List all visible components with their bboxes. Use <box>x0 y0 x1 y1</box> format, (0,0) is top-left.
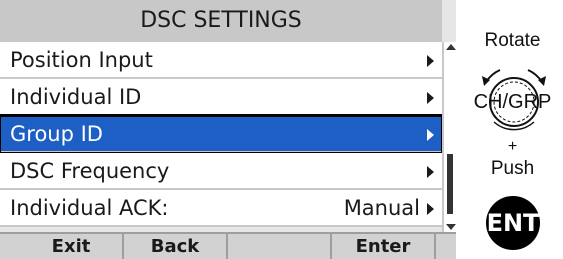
menu-item-position-input[interactable]: Position Input <box>0 42 442 79</box>
settings-menu: Position Input Individual ID Group ID DS… <box>0 42 444 227</box>
menu-item-label: Individual ID <box>10 85 142 109</box>
menu-scrollbar[interactable] <box>442 42 456 232</box>
submenu-arrow-icon <box>427 92 434 104</box>
menu-item-individual-id[interactable]: Individual ID <box>0 79 442 116</box>
menu-item-group-id[interactable]: Group ID <box>0 114 444 155</box>
softkey-bar: Exit Back Enter <box>0 232 456 259</box>
submenu-arrow-icon <box>427 203 434 215</box>
submenu-arrow-icon <box>427 55 434 67</box>
operation-instructions: Rotate CH/GRP + Push ENT <box>462 0 563 259</box>
push-instruction: Push <box>490 158 535 179</box>
ent-button-icon[interactable]: ENT <box>486 196 540 250</box>
menu-item-label: Group ID <box>10 122 103 146</box>
scroll-thumb[interactable] <box>447 154 453 214</box>
scroll-up-icon <box>446 44 456 50</box>
menu-item-value: Manual <box>343 196 420 220</box>
menu-item-dsc-frequency[interactable]: DSC Frequency <box>0 153 442 190</box>
submenu-arrow-icon <box>427 166 434 178</box>
dial-label: CH/GRP <box>473 91 552 113</box>
softkey-exit[interactable]: Exit <box>20 234 124 259</box>
rotate-instruction: Rotate <box>484 30 541 51</box>
menu-item-label: Position Input <box>10 48 153 72</box>
menu-item-label: DSC Frequency <box>10 159 170 183</box>
menu-item-label: Individual ACK: <box>10 196 169 220</box>
softkey-empty[interactable] <box>228 234 332 259</box>
menu-item-individual-ack[interactable]: Individual ACK: Manual <box>0 190 442 227</box>
screen-title: DSC SETTINGS <box>0 0 442 42</box>
softkey-back[interactable]: Back <box>124 234 228 259</box>
softkey-enter[interactable]: Enter <box>332 234 436 259</box>
plus-label: + <box>507 138 518 155</box>
submenu-arrow-icon <box>427 129 434 141</box>
radio-lcd-screen: DSC SETTINGS Position Input Individual I… <box>0 0 456 259</box>
scroll-down-icon <box>446 224 456 230</box>
